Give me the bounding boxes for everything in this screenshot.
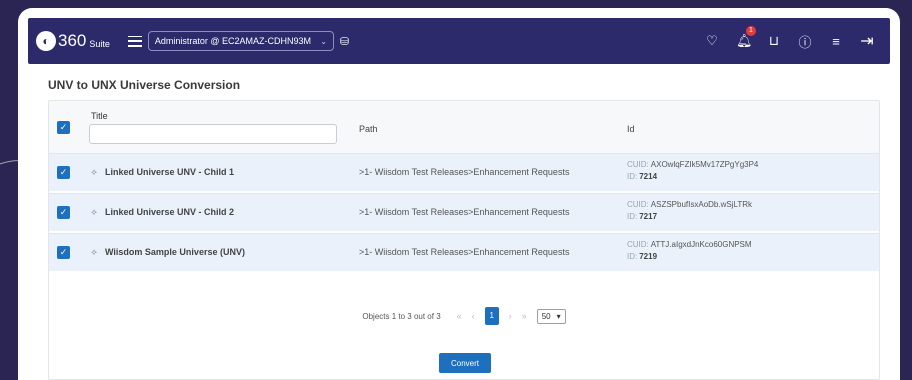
cart-icon[interactable]: ⊔ <box>767 33 781 49</box>
column-header-id: Id <box>627 124 635 134</box>
app-window: ◐ 360 Suite Administrator @ EC2AMAZ-CDHN… <box>18 8 900 380</box>
cuid-label: CUID: <box>627 240 649 249</box>
cuid-value: AXOwlqFZIk5Mv17ZPgYg3P4 <box>650 160 759 169</box>
current-page-button[interactable]: 1 <box>484 307 499 325</box>
pagination-info: Objects 1 to 3 out of 3 <box>362 311 441 321</box>
environment-select[interactable]: Administrator @ EC2AMAZ-CDHN93M ⌄ <box>147 31 334 51</box>
cuid-label: CUID: <box>627 200 649 209</box>
cuid-value: ASZSPbufIsxAoDb.wSjLTRk <box>650 200 752 209</box>
universe-id: ID: 7219 <box>627 252 657 261</box>
table-row[interactable]: ✓ ⟡ Linked Universe UNV - Child 2 >1- Wi… <box>49 193 879 231</box>
logout-icon[interactable]: ⇥ <box>860 31 874 51</box>
universe-path: >1- Wiisdom Test Releases>Enhancement Re… <box>359 207 570 217</box>
table-row[interactable]: ✓ ⟡ Wiisdom Sample Universe (UNV) >1- Wi… <box>49 233 879 271</box>
universe-path: >1- Wiisdom Test Releases>Enhancement Re… <box>359 247 570 257</box>
header-icons: ♡ 🔔︎ 1 ⊔ ⓘ ≡ ⇥ <box>705 26 874 51</box>
cuid-value: ATTJ.aIgxdJnKco60GNPSM <box>650 240 752 249</box>
universe-path: >1- Wiisdom Test Releases>Enhancement Re… <box>359 167 570 177</box>
universe-name: Linked Universe UNV - Child 1 <box>105 167 235 177</box>
row-checkbox[interactable]: ✓ <box>57 246 70 259</box>
universe-cuid: CUID: ASZSPbufIsxAoDb.wSjLTRk <box>627 200 752 209</box>
logo-icon: ◐ <box>36 31 56 51</box>
select-all-checkbox[interactable]: ✓ <box>57 121 70 134</box>
column-header-title: Title <box>91 111 108 121</box>
universe-id: ID: 7217 <box>627 212 657 221</box>
page-size-select[interactable]: 50 ▾ <box>536 308 566 324</box>
logo-text: 360 <box>58 31 87 50</box>
universe-name: Wiisdom Sample Universe (UNV) <box>105 247 245 257</box>
table-header: ✓ Title Path Id <box>49 101 879 153</box>
page-title: UNV to UNX Universe Conversion <box>48 78 241 92</box>
notification-icon[interactable]: 🔔︎ 1 <box>736 26 756 49</box>
universe-icon: ⟡ <box>91 247 97 257</box>
chevron-down-icon: ▾ <box>556 311 561 321</box>
id-label: ID: <box>627 252 638 261</box>
id-value: 7219 <box>639 252 658 261</box>
title-filter-input[interactable] <box>89 124 337 144</box>
universe-icon: ⟡ <box>91 207 97 217</box>
menu-icon[interactable] <box>127 35 142 47</box>
next-page-button[interactable]: › <box>509 311 512 321</box>
id-label: ID: <box>627 212 638 221</box>
favorites-icon[interactable]: ♡ <box>705 33 719 49</box>
settings-sliders-icon[interactable]: ≡ <box>829 34 843 49</box>
column-header-path: Path <box>359 124 378 134</box>
universe-cuid: CUID: ATTJ.aIgxdJnKco60GNPSM <box>627 240 752 249</box>
row-checkbox[interactable]: ✓ <box>57 166 70 179</box>
pagination: Objects 1 to 3 out of 3 « ‹ 1 › » 50 ▾ <box>49 307 879 325</box>
id-value: 7214 <box>639 172 658 181</box>
universe-id: ID: 7214 <box>627 172 657 181</box>
notification-badge: 1 <box>746 26 756 36</box>
id-value: 7217 <box>639 212 658 221</box>
universe-name: Linked Universe UNV - Child 2 <box>105 207 235 217</box>
page-size-value: 50 <box>541 311 551 321</box>
universe-icon: ⟡ <box>91 167 97 177</box>
app-logo[interactable]: ◐ 360 Suite <box>36 31 110 51</box>
server-icon[interactable]: ⛁ <box>340 35 349 48</box>
universe-cuid: CUID: AXOwlqFZIk5Mv17ZPgYg3P4 <box>627 160 758 169</box>
top-navigation-bar: ◐ 360 Suite Administrator @ EC2AMAZ-CDHN… <box>28 18 890 64</box>
logo-suite: Suite <box>89 39 110 49</box>
row-checkbox[interactable]: ✓ <box>57 206 70 219</box>
id-label: ID: <box>627 172 638 181</box>
conversion-panel: ✓ Title Path Id ✓ ⟡ Linked Universe UNV … <box>48 100 880 380</box>
first-page-button[interactable]: « <box>457 311 462 321</box>
environment-label: Administrator @ EC2AMAZ-CDHN93M <box>154 36 312 46</box>
table-row[interactable]: ✓ ⟡ Linked Universe UNV - Child 1 >1- Wi… <box>49 153 879 191</box>
cuid-label: CUID: <box>627 160 649 169</box>
info-icon[interactable]: ⓘ <box>798 32 812 51</box>
chevron-down-icon: ⌄ <box>320 36 327 46</box>
prev-page-button[interactable]: ‹ <box>472 311 475 321</box>
last-page-button[interactable]: » <box>522 311 527 321</box>
convert-button[interactable]: Convert <box>439 353 491 373</box>
